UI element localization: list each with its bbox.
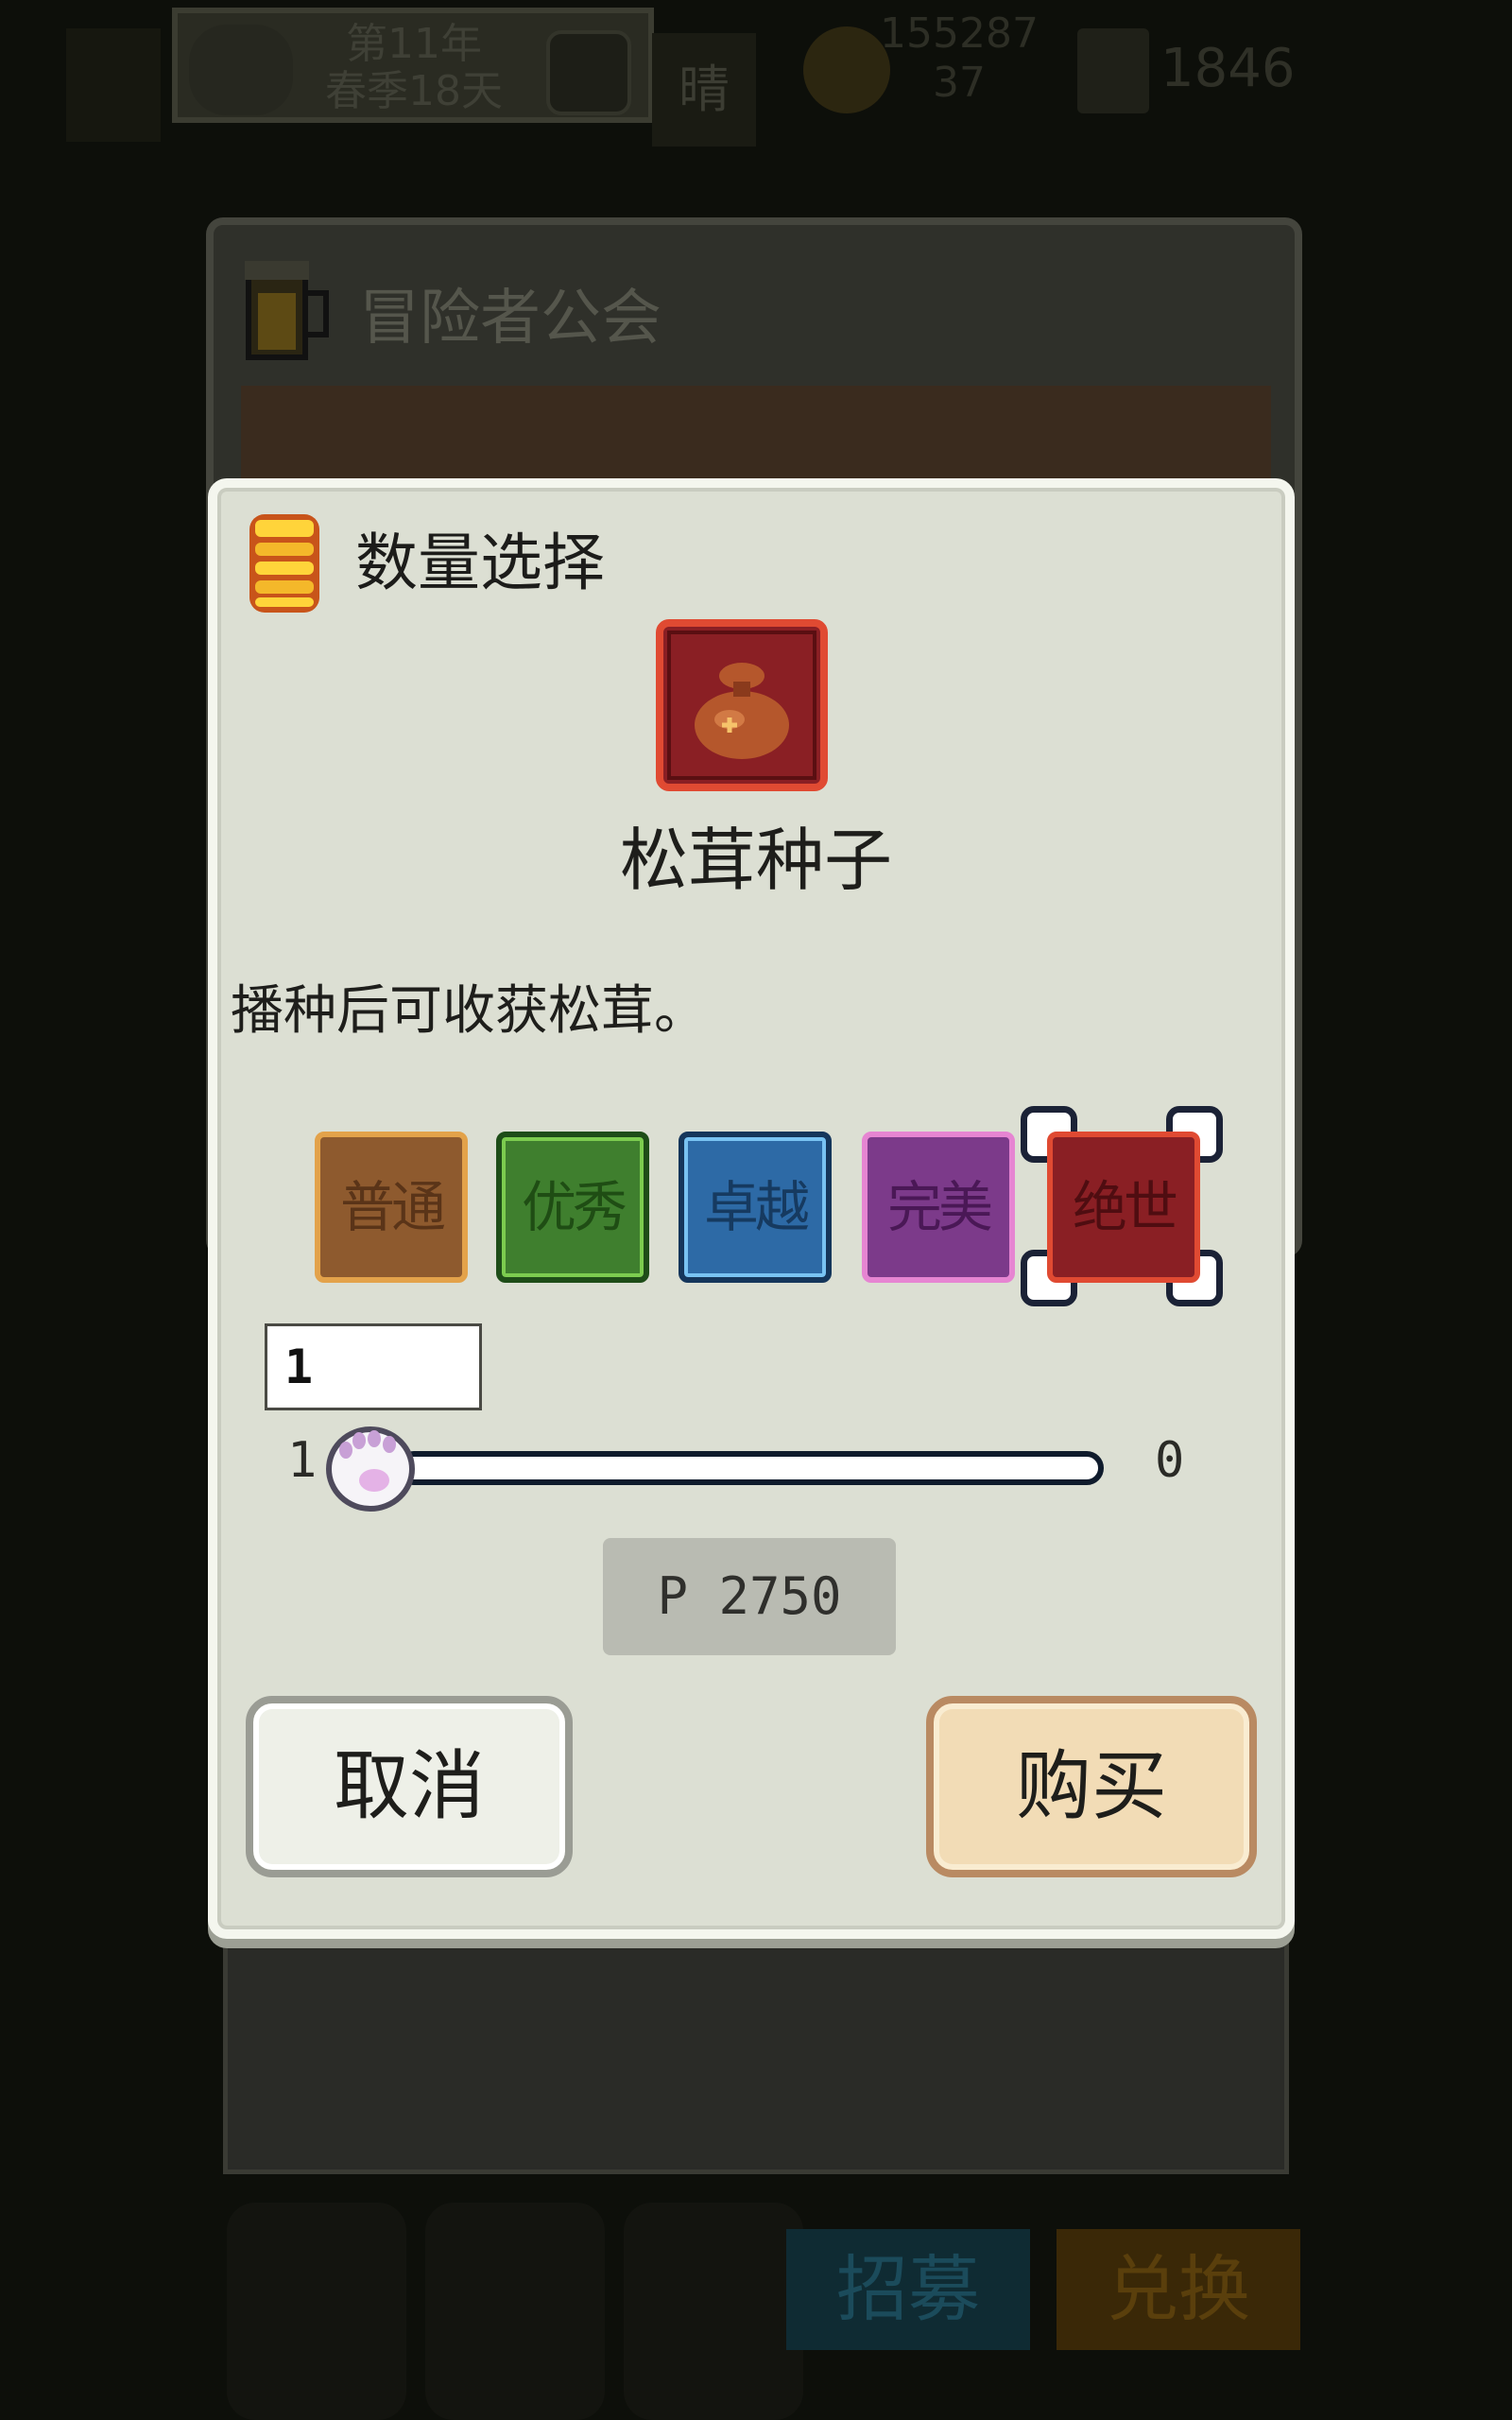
coin-stack-icon	[249, 514, 319, 613]
date-display: 第11年 春季18天	[172, 8, 654, 123]
beer-mug-icon	[245, 261, 329, 360]
slider-max-label: 0	[1155, 1432, 1185, 1489]
nav-recruit: 招募	[786, 2229, 1030, 2350]
nav-slot-1	[227, 2203, 406, 2420]
nav-slot-3	[624, 2203, 803, 2420]
grade-common-button[interactable]: 普通	[315, 1132, 468, 1283]
item-description: 播种后可收获松茸。	[231, 980, 707, 1042]
slider-min-label: 1	[287, 1432, 318, 1489]
coin-icon	[803, 26, 890, 113]
card-count: 1846	[1160, 38, 1296, 99]
nav-slot-2	[425, 2203, 605, 2420]
dialog-title: 数量选择	[355, 527, 605, 599]
price-label: P 2750	[603, 1538, 896, 1655]
item-name: 松茸种子	[619, 821, 892, 900]
grade-good-button[interactable]: 优秀	[496, 1132, 649, 1283]
date-year: 第11年	[346, 20, 482, 68]
nav-exchange: 兑换	[1057, 2229, 1300, 2350]
money-display: 155287 37	[879, 9, 1040, 108]
weather-label: 晴	[652, 33, 756, 147]
background-menu-tile	[66, 28, 161, 142]
bottom-panel	[223, 1933, 1289, 2174]
clock-icon	[546, 30, 631, 115]
quantity-input[interactable]: 1	[265, 1323, 482, 1410]
guild-title: 冒险者公会	[359, 284, 662, 354]
date-text: 第11年 春季18天	[319, 21, 508, 115]
money-line-1: 155287	[880, 9, 1039, 58]
cancel-button[interactable]: 取消	[246, 1696, 573, 1877]
grade-perfect-button[interactable]: 完美	[862, 1132, 1015, 1283]
buy-button[interactable]: 购买	[926, 1696, 1257, 1877]
card-icon	[1077, 28, 1149, 113]
seed-bag-icon	[656, 619, 828, 791]
paw-slider-handle-icon[interactable]	[319, 1416, 421, 1514]
grade-superb-button[interactable]: 卓越	[679, 1132, 832, 1283]
date-day: 春季18天	[325, 67, 503, 115]
quantity-slider-track[interactable]	[397, 1451, 1104, 1485]
money-line-2: 37	[933, 59, 986, 107]
grade-legendary-button[interactable]: 绝世	[1047, 1132, 1200, 1283]
lightbulb-icon	[189, 25, 293, 115]
